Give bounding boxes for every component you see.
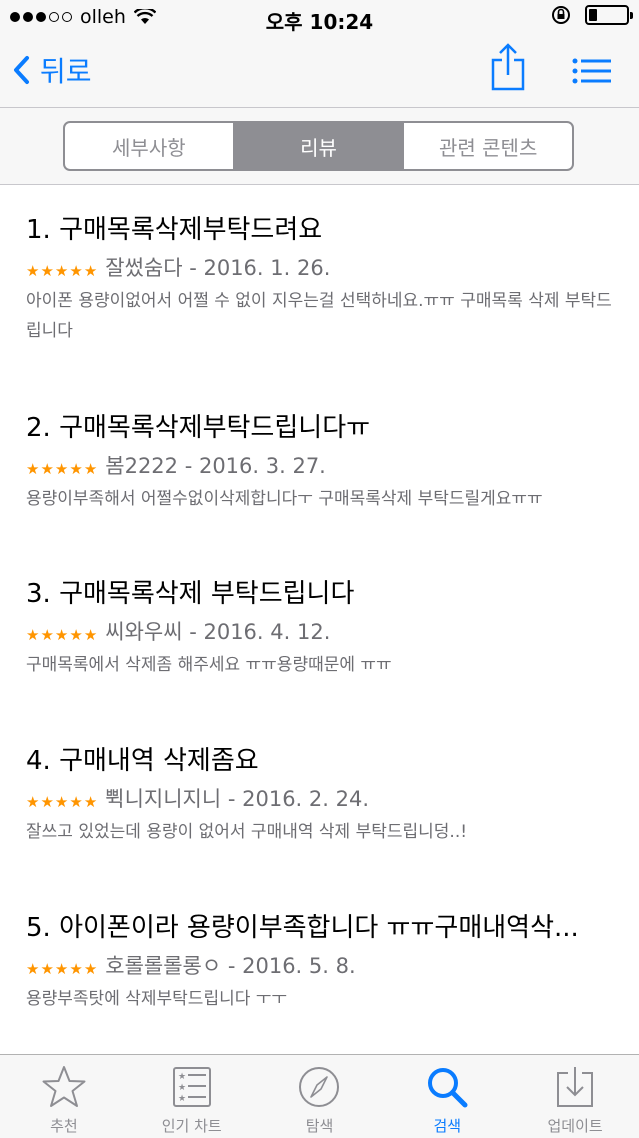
star-icon: ★: [40, 261, 54, 280]
back-button-label: 뒤로: [40, 55, 92, 88]
share-icon: [491, 43, 525, 91]
star-icon: ★: [83, 792, 98, 811]
review-item[interactable]: 4. 구매내역 삭제좀요 ★ ★ ★ ★ ★ 쀡니지니지니 - 2016. 2. 24.…: [26, 743, 616, 847]
star-icon: ★: [26, 625, 40, 644]
review-title: 4. 구매내역 삭제좀요: [26, 746, 259, 776]
chevron-left-icon: [14, 56, 29, 84]
star-icon: ★: [83, 959, 98, 978]
review-meta: ★ ★ ★ ★ ★ 잘썼숨다 - 2016. 1. 26.: [26, 252, 616, 282]
tab-updates[interactable]: 업데이트: [511, 1055, 639, 1138]
review-item[interactable]: 3. 구매목록삭제 부탁드립니다 ★ ★ ★ ★ ★ 씨와우씨 - 2016. 4. 1…: [26, 576, 616, 680]
rotation-lock-icon: [552, 6, 570, 24]
tab-explore[interactable]: 탐색: [256, 1055, 384, 1138]
star-icon: ★: [54, 792, 69, 811]
review-body: 아이폰 용량이없어서 어쩔 수 없이 지우는걸 선택하네요.ㅠㅠ 구매목록 삭제…: [26, 291, 612, 341]
star-icon: ★: [26, 459, 40, 478]
review-item[interactable]: 2. 구매목록삭제부탁드립니다ㅠ ★ ★ ★ ★ ★ 봄2222 - 2016. 3. …: [26, 410, 616, 514]
review-meta: ★ ★ ★ ★ ★ 호롤롤롤롱ㅇ - 2016. 5. 8.: [26, 950, 616, 980]
segment-reviews[interactable]: 리뷰: [232, 123, 403, 169]
reviews-list: 1. 구매목록삭제부탁드려요 ★ ★ ★ ★ ★ 잘썼숨다 - 2016. 1. 26.…: [0, 186, 639, 1054]
list-icon: [572, 58, 611, 84]
review-body: 용량부족탓에 삭제부탁드립니다 ㅜㅜ: [26, 989, 288, 1009]
star-icon: ★: [69, 261, 83, 280]
tab-top-charts[interactable]: ★ ★ ★ 인기 차트: [128, 1055, 256, 1138]
review-author-date: 봄2222 - 2016. 3. 27.: [105, 454, 326, 478]
review-item[interactable]: 5. 아이폰이라 용량이부족합니다 ㅠㅠ구매내역삭... ★ ★ ★ ★ ★ 호롤롤롤롱…: [26, 910, 616, 1014]
tab-label: 검색: [433, 1117, 462, 1135]
star-icon: ★: [54, 261, 69, 280]
star-icon: ★: [54, 459, 69, 478]
list-menu-button[interactable]: [572, 58, 612, 88]
star-icon: ★: [54, 625, 69, 644]
review-title: 1. 구매목록삭제부탁드려요: [26, 215, 323, 245]
review-item[interactable]: 1. 구매목록삭제부탁드려요 ★ ★ ★ ★ ★ 잘썼숨다 - 2016. 1. 26.…: [26, 212, 616, 346]
star-rating: ★ ★ ★ ★ ★: [26, 261, 98, 280]
star-icon: ★: [69, 625, 83, 644]
top-charts-icon: ★ ★ ★: [172, 1067, 211, 1107]
review-meta: ★ ★ ★ ★ ★ 봄2222 - 2016. 3. 27.: [26, 450, 616, 480]
tab-label: 인기 차트: [161, 1117, 222, 1135]
star-icon: ★: [69, 459, 83, 478]
battery-icon: [585, 5, 633, 25]
star-icon: ★: [83, 459, 98, 478]
star-rating: ★ ★ ★ ★ ★: [26, 625, 98, 644]
star-icon: ★: [83, 625, 98, 644]
tab-label: 탐색: [305, 1117, 334, 1135]
segmented-control: 세부사항 리뷰 관련 콘텐츠: [63, 121, 574, 171]
review-title: 3. 구매목록삭제 부탁드립니다: [26, 579, 355, 609]
star-icon: ★: [40, 625, 54, 644]
review-author-date: 호롤롤롤롱ㅇ - 2016. 5. 8.: [105, 954, 356, 978]
star-icon: ★: [26, 792, 40, 811]
star-icon: ★: [26, 959, 40, 978]
tab-featured[interactable]: 추천: [0, 1055, 128, 1138]
status-time: 오후 10:24: [265, 10, 374, 34]
review-title: 5. 아이폰이라 용량이부족합니다 ㅠㅠ구매내역삭...: [26, 913, 579, 943]
star-icon: ★: [83, 261, 98, 280]
tab-bar: 추천 ★ ★ ★ 인기 차트 탐색 검색 업데이트: [0, 1054, 639, 1138]
share-button[interactable]: [490, 42, 526, 96]
star-icon: ★: [69, 959, 83, 978]
review-title: 2. 구매목록삭제부탁드립니다ㅠ: [26, 413, 371, 443]
star-icon: [42, 1066, 86, 1107]
navigation-bar: 뒤로: [0, 36, 639, 108]
review-author-date: 잘썼숨다 - 2016. 1. 26.: [105, 256, 331, 280]
status-right: [551, 5, 633, 25]
star-icon: ★: [54, 959, 69, 978]
svg-text:★: ★: [178, 1072, 186, 1082]
review-body: 용량이부족해서 어쩔수없이삭제합니다ㅜ 구매목록삭제 부탁드릴게요ㅠㅠ: [26, 489, 543, 509]
svg-text:★: ★: [178, 1083, 186, 1093]
tab-label: 업데이트: [547, 1117, 603, 1135]
star-icon: ★: [40, 959, 54, 978]
star-rating: ★ ★ ★ ★ ★: [26, 459, 98, 478]
star-rating: ★ ★ ★ ★ ★: [26, 959, 98, 978]
review-meta: ★ ★ ★ ★ ★ 쀡니지니지니 - 2016. 2. 24.: [26, 783, 616, 813]
segment-area: 세부사항 리뷰 관련 콘텐츠: [0, 108, 639, 185]
review-author-date: 씨와우씨 - 2016. 4. 12.: [105, 620, 331, 644]
back-button[interactable]: 뒤로: [12, 50, 92, 90]
tab-label: 추천: [50, 1117, 78, 1135]
compass-icon: [299, 1067, 340, 1107]
star-rating: ★ ★ ★ ★ ★: [26, 792, 98, 811]
svg-text:★: ★: [178, 1094, 186, 1104]
star-icon: ★: [40, 459, 54, 478]
review-meta: ★ ★ ★ ★ ★ 씨와우씨 - 2016. 4. 12.: [26, 616, 616, 646]
star-icon: ★: [40, 792, 54, 811]
search-icon: [428, 1068, 468, 1108]
tab-search[interactable]: 검색: [383, 1055, 511, 1138]
updates-icon: [557, 1067, 594, 1107]
segment-details[interactable]: 세부사항: [65, 123, 233, 169]
segment-related[interactable]: 관련 콘텐츠: [402, 123, 572, 169]
star-icon: ★: [69, 792, 83, 811]
review-body: 잘쓰고 있었는데 용량이 없어서 구매내역 삭제 부탁드립니덩..!: [26, 822, 468, 842]
review-author-date: 쀡니지니지니 - 2016. 2. 24.: [105, 787, 370, 811]
status-bar: olleh 오후 10:24: [0, 0, 639, 36]
review-body: 구매목록에서 삭제좀 해주세요 ㅠㅠ용량때문에 ㅠㅠ: [26, 655, 392, 675]
star-icon: ★: [26, 261, 40, 280]
